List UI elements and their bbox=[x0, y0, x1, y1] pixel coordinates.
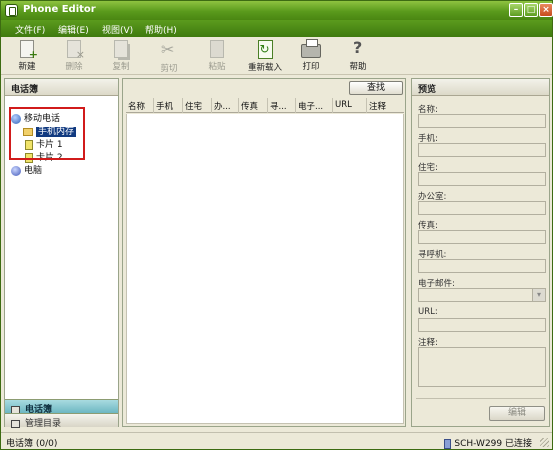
toolbar: 新建 删除 复制 剪切 粘贴 重新载入 打印 帮助 bbox=[1, 37, 552, 75]
preview-panel-title: 预览 bbox=[412, 79, 549, 96]
column-header-mobile[interactable]: 手机 bbox=[154, 98, 183, 113]
phonebook-panel-title: 电话簿 bbox=[5, 79, 118, 96]
nav-phonebook-button[interactable]: 电话簿 bbox=[5, 399, 118, 415]
print-button[interactable]: 打印 bbox=[291, 39, 331, 73]
copy-label: 复制 bbox=[112, 62, 130, 72]
help-label: 帮助 bbox=[349, 62, 367, 72]
menu-bar: 文件(F) 编辑(E) 视图(V) 帮助(H) bbox=[1, 20, 552, 37]
menu-edit[interactable]: 编辑(E) bbox=[58, 23, 89, 36]
new-contact-icon bbox=[20, 40, 38, 61]
resize-grip[interactable] bbox=[540, 438, 549, 447]
new-label: 新建 bbox=[18, 62, 36, 72]
maximize-button[interactable]: □ bbox=[524, 3, 538, 17]
phone-connected-icon bbox=[444, 438, 452, 449]
column-header-home[interactable]: 住宅 bbox=[183, 98, 212, 113]
column-header-fax[interactable]: 传真 bbox=[239, 98, 268, 113]
close-button[interactable]: × bbox=[539, 3, 553, 17]
computer-icon bbox=[11, 165, 21, 176]
column-header-office[interactable]: 办... bbox=[212, 98, 239, 113]
column-header-name[interactable]: 名称 bbox=[126, 98, 154, 113]
preview-url-field bbox=[418, 318, 546, 332]
preview-url-label: URL: bbox=[418, 307, 438, 317]
printer-icon bbox=[301, 39, 321, 58]
column-header-email[interactable]: 电子... bbox=[296, 98, 333, 113]
cut-button[interactable]: 剪切 bbox=[149, 39, 189, 74]
status-bar: 电话簿 (0/0) SCH-W299 已连接 bbox=[1, 432, 552, 449]
delete-button[interactable]: 删除 bbox=[54, 39, 94, 73]
help-button[interactable]: 帮助 bbox=[338, 38, 378, 73]
preview-divider bbox=[416, 398, 546, 399]
phonebook-panel: 电话簿 移动电话 手机内存 卡片 1 卡片 2 电脑 电话簿 管理目录 bbox=[4, 78, 119, 429]
paste-icon bbox=[210, 40, 224, 58]
menu-file[interactable]: 文件(F) bbox=[15, 23, 45, 36]
preview-email-select bbox=[418, 288, 546, 302]
print-label: 打印 bbox=[302, 62, 320, 72]
cut-icon bbox=[159, 40, 179, 60]
status-count: 电话簿 (0/0) bbox=[6, 439, 58, 449]
paste-button[interactable]: 粘贴 bbox=[197, 39, 237, 73]
status-connection-text: SCH-W299 已连接 bbox=[454, 439, 532, 449]
reload-button[interactable]: 重新载入 bbox=[243, 39, 287, 73]
column-header-pager[interactable]: 寻... bbox=[268, 98, 296, 113]
reload-icon bbox=[257, 40, 273, 59]
preview-fax-field bbox=[418, 230, 546, 244]
edit-button[interactable]: 编辑 bbox=[489, 406, 545, 421]
preview-home-field bbox=[418, 172, 546, 186]
search-button[interactable]: 查找 bbox=[349, 81, 403, 95]
directory-icon bbox=[11, 419, 20, 428]
nav-manage-directory-label: 管理目录 bbox=[25, 419, 62, 429]
preview-notes-field bbox=[418, 347, 546, 387]
copy-button[interactable]: 复制 bbox=[101, 39, 141, 73]
preview-office-field bbox=[418, 201, 546, 215]
window-title: Phone Editor bbox=[23, 4, 96, 15]
column-header-notes[interactable]: 注释 bbox=[367, 98, 404, 113]
contact-list-body[interactable] bbox=[126, 114, 404, 424]
annotation-highlight-box bbox=[9, 107, 85, 160]
menu-help[interactable]: 帮助(H) bbox=[145, 23, 177, 36]
reload-label: 重新载入 bbox=[247, 63, 282, 73]
status-connection: SCH-W299 已连接 bbox=[444, 436, 532, 449]
contact-list-header: 名称 手机 住宅 办... 传真 寻... 电子... URL 注释 bbox=[126, 98, 404, 113]
minimize-button[interactable]: – bbox=[509, 3, 523, 17]
preview-mobile-field bbox=[418, 143, 546, 157]
copy-icon bbox=[114, 40, 128, 58]
preview-panel: 预览 名称: 手机: 住宅: 办公室: 传真: 寻呼机: 电子邮件: URL: … bbox=[411, 78, 550, 427]
help-icon bbox=[349, 38, 367, 58]
nav-manage-directory-button[interactable]: 管理目录 bbox=[5, 413, 118, 429]
new-button[interactable]: 新建 bbox=[7, 39, 47, 73]
preview-pager-field bbox=[418, 259, 546, 273]
app-phone-icon bbox=[5, 4, 18, 17]
paste-label: 粘贴 bbox=[208, 62, 226, 72]
contact-list-panel: 查找 名称 手机 住宅 办... 传真 寻... 电子... URL 注释 bbox=[122, 78, 406, 427]
title-bar[interactable]: Phone Editor – □ × bbox=[1, 1, 553, 20]
preview-name-field bbox=[418, 114, 546, 128]
delete-icon bbox=[67, 40, 85, 61]
tree-node-label: 电脑 bbox=[24, 166, 43, 176]
tree-node-computer[interactable]: 电脑 bbox=[11, 163, 42, 176]
delete-label: 删除 bbox=[65, 62, 83, 72]
menu-view[interactable]: 视图(V) bbox=[102, 23, 133, 36]
app-window: Phone Editor – □ × 文件(F) 编辑(E) 视图(V) 帮助(… bbox=[0, 0, 553, 450]
column-header-url[interactable]: URL bbox=[333, 98, 367, 113]
cut-label: 剪切 bbox=[160, 64, 178, 74]
